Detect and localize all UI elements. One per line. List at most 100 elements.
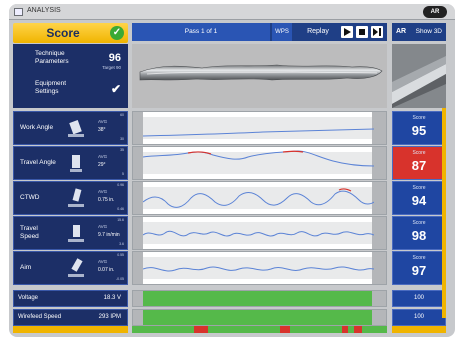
setting-name: Wirefeed Speed — [18, 314, 62, 320]
avg-value: 0.07 in. — [98, 267, 115, 273]
play-button[interactable] — [341, 26, 353, 38]
score-value: 94 — [411, 193, 427, 208]
overall-timeline-left — [13, 326, 128, 333]
wirefeed-ok-band — [143, 310, 372, 325]
summary-panel: Technique Parameters 96 Target 90 Equipm… — [13, 44, 128, 108]
pass-selector[interactable]: Pass 1 of 1 — [132, 23, 270, 41]
show-3d-button[interactable]: Show 3D — [416, 23, 442, 41]
param-row-aim[interactable]: Aim AVG 0.07 in. 0.55 -0.05 — [13, 251, 128, 285]
brand-logo: AR — [423, 6, 447, 18]
travel-angle-graph — [132, 146, 387, 180]
stop-button[interactable] — [356, 26, 368, 38]
tick-max: 0.55 — [117, 253, 124, 257]
timeline-fault-segment — [280, 326, 290, 333]
torch-travel-angle-icon — [70, 155, 82, 172]
voltage-ok-band — [143, 291, 372, 306]
overall-timeline[interactable] — [132, 326, 387, 333]
param-row-ctwd[interactable]: CTWD AVG 0.75 in. 0.96 0.46 — [13, 181, 128, 215]
avg-label: AVG — [98, 119, 108, 124]
aim-graph — [132, 251, 387, 285]
pass-toolbar: Pass 1 of 1 WPS Replay — [132, 23, 387, 41]
technique-value: 96 — [108, 52, 121, 64]
graph-start-margin — [133, 217, 143, 249]
score-label: Score — [412, 255, 426, 261]
aim-score: Score 97 — [392, 251, 446, 285]
graph-start-margin — [133, 112, 143, 144]
bead-3d-preview[interactable] — [392, 44, 446, 108]
ar-button[interactable]: AR — [396, 23, 406, 41]
score-label: Score — [412, 115, 426, 121]
graph-start-margin — [133, 291, 143, 306]
timeline-fault-segment — [354, 326, 362, 333]
setting-value: 18.3 V — [103, 295, 121, 301]
equipment-check-icon: ✔ — [110, 82, 121, 96]
ctwd-score: Score 94 — [392, 181, 446, 215]
graph-end-margin — [372, 252, 386, 284]
tick-min: 3.6 — [119, 242, 124, 246]
graph-start-margin — [133, 147, 143, 179]
torch-work-angle-icon — [68, 119, 84, 137]
voltage-graph — [132, 290, 387, 307]
param-name: Travel Angle — [20, 159, 56, 166]
avg-label: AVG — [98, 224, 108, 229]
score-value: 97 — [411, 263, 427, 278]
travel-speed-score: Score 98 — [392, 216, 446, 250]
tick-min: 5 — [122, 172, 124, 176]
score-value: 98 — [411, 228, 427, 243]
score-value: 95 — [411, 123, 427, 138]
y-ticks: 15.6 3.6 — [114, 218, 124, 248]
score-title: Score — [46, 26, 80, 40]
param-name: CTWD — [20, 194, 40, 201]
param-name: Work Angle — [20, 124, 54, 131]
title-bar: ANALYSIS AR — [9, 4, 455, 20]
wirefeed-score: 100 — [392, 309, 446, 326]
play-icon — [344, 28, 351, 36]
skip-end-icon — [373, 28, 381, 36]
y-ticks: 60 30 — [114, 113, 124, 143]
param-row-travel-speed[interactable]: Travel Speed AVG 9.7 in/min 15.6 3.6 — [13, 216, 128, 250]
equipment-label: Equipment Settings — [35, 80, 67, 95]
graph-start-margin — [133, 182, 143, 214]
replay-label: Replay — [307, 28, 329, 35]
setting-value: 293 IPM — [98, 314, 121, 320]
score-label: Score — [412, 220, 426, 226]
tick-max: 15.6 — [117, 218, 124, 222]
scroll-accent[interactable] — [442, 108, 446, 318]
torch-aim-icon — [68, 258, 84, 277]
graph-start-margin — [133, 310, 143, 325]
travel-angle-trace — [143, 150, 374, 167]
param-name: Aim — [20, 264, 32, 271]
param-row-travel-angle[interactable]: Travel Angle AVG 29° 35 5 — [13, 146, 128, 180]
graph-end-margin — [372, 217, 386, 249]
graph-end-margin — [372, 182, 386, 214]
skip-end-button[interactable] — [371, 26, 383, 38]
wirefeed-row[interactable]: Wirefeed Speed 293 IPM — [13, 309, 128, 326]
timeline-fault-segment — [194, 326, 208, 333]
bead-side-graphic — [392, 44, 446, 108]
technique-target: Target 90 — [102, 65, 121, 70]
param-row-work-angle[interactable]: Work Angle AVG 38° 60 30 — [13, 111, 128, 145]
weld-bead-graphic — [139, 64, 383, 81]
voltage-score: 100 — [392, 290, 446, 307]
tick-max: 0.96 — [117, 183, 124, 187]
overall-timeline-right — [392, 326, 446, 333]
score-header: Score ✓ — [13, 23, 128, 43]
graph-end-margin — [372, 310, 386, 325]
avg-value: 0.75 in. — [98, 197, 115, 203]
tick-max: 60 — [120, 113, 124, 117]
work-angle-graph — [132, 111, 387, 145]
tick-min: -0.05 — [116, 277, 124, 281]
tick-min: 0.46 — [117, 207, 124, 211]
work-angle-score: Score 95 — [392, 111, 446, 145]
torch-travel-speed-icon — [68, 225, 84, 242]
travel-angle-score: Score 87 — [392, 146, 446, 180]
voltage-row[interactable]: Voltage 18.3 V — [13, 290, 128, 307]
avg-value: 38° — [98, 127, 106, 133]
tick-max: 35 — [120, 148, 124, 152]
analysis-icon — [14, 8, 23, 16]
wps-button[interactable]: WPS — [272, 23, 292, 41]
param-name: Travel Speed — [20, 225, 39, 240]
work-angle-trace — [143, 128, 374, 137]
equipment-row: Equipment Settings ✔ — [13, 78, 128, 106]
window-title: ANALYSIS — [27, 7, 61, 14]
